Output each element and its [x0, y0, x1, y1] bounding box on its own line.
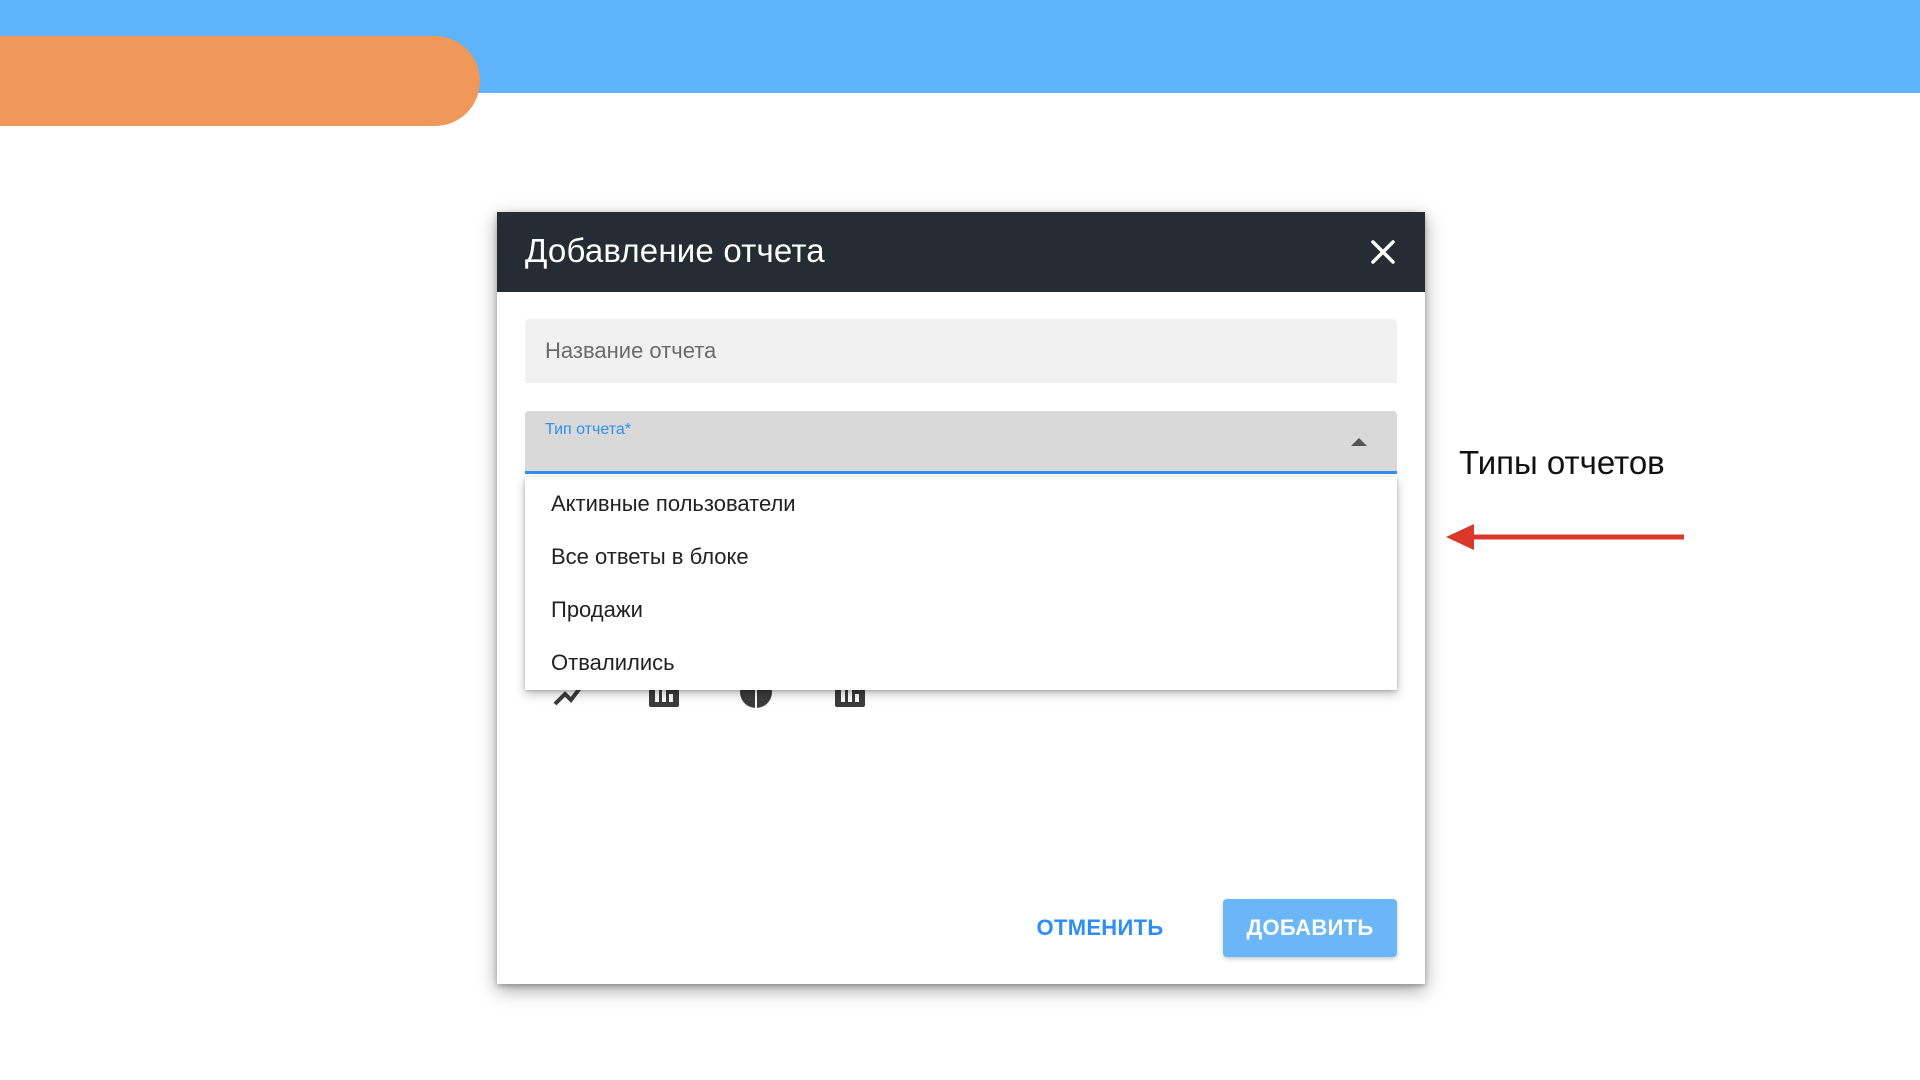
- report-type-select[interactable]: Тип отчета*: [525, 411, 1397, 474]
- close-button[interactable]: [1363, 232, 1403, 272]
- report-name-input[interactable]: [525, 319, 1397, 383]
- close-icon: [1371, 240, 1395, 264]
- dropdown-option-all-answers[interactable]: Все ответы в блоке: [525, 530, 1397, 583]
- report-name-field[interactable]: [525, 319, 1397, 383]
- slide: Добавление отчета Тип отчета*: [0, 0, 1920, 1080]
- add-report-dialog: Добавление отчета Тип отчета*: [497, 212, 1425, 984]
- dropdown-option-sales[interactable]: Продажи: [525, 583, 1397, 636]
- report-type-label: Тип отчета*: [545, 421, 631, 438]
- dropdown-option-dropped[interactable]: Отвалились: [525, 636, 1397, 689]
- dialog-header: Добавление отчета: [497, 212, 1425, 292]
- report-type-dropdown: Активные пользователи Все ответы в блоке…: [525, 477, 1397, 690]
- add-button[interactable]: ДОБАВИТЬ: [1223, 899, 1397, 957]
- orange-pill-decoration: [0, 36, 480, 126]
- caret-up-icon: [1351, 438, 1367, 446]
- dialog-title: Добавление отчета: [525, 232, 825, 269]
- arrow-left-icon: [1446, 524, 1684, 550]
- cancel-button[interactable]: ОТМЕНИТЬ: [1025, 899, 1175, 957]
- annotation-label: Типы отчетов: [1459, 444, 1665, 481]
- dropdown-option-active-users[interactable]: Активные пользователи: [525, 477, 1397, 530]
